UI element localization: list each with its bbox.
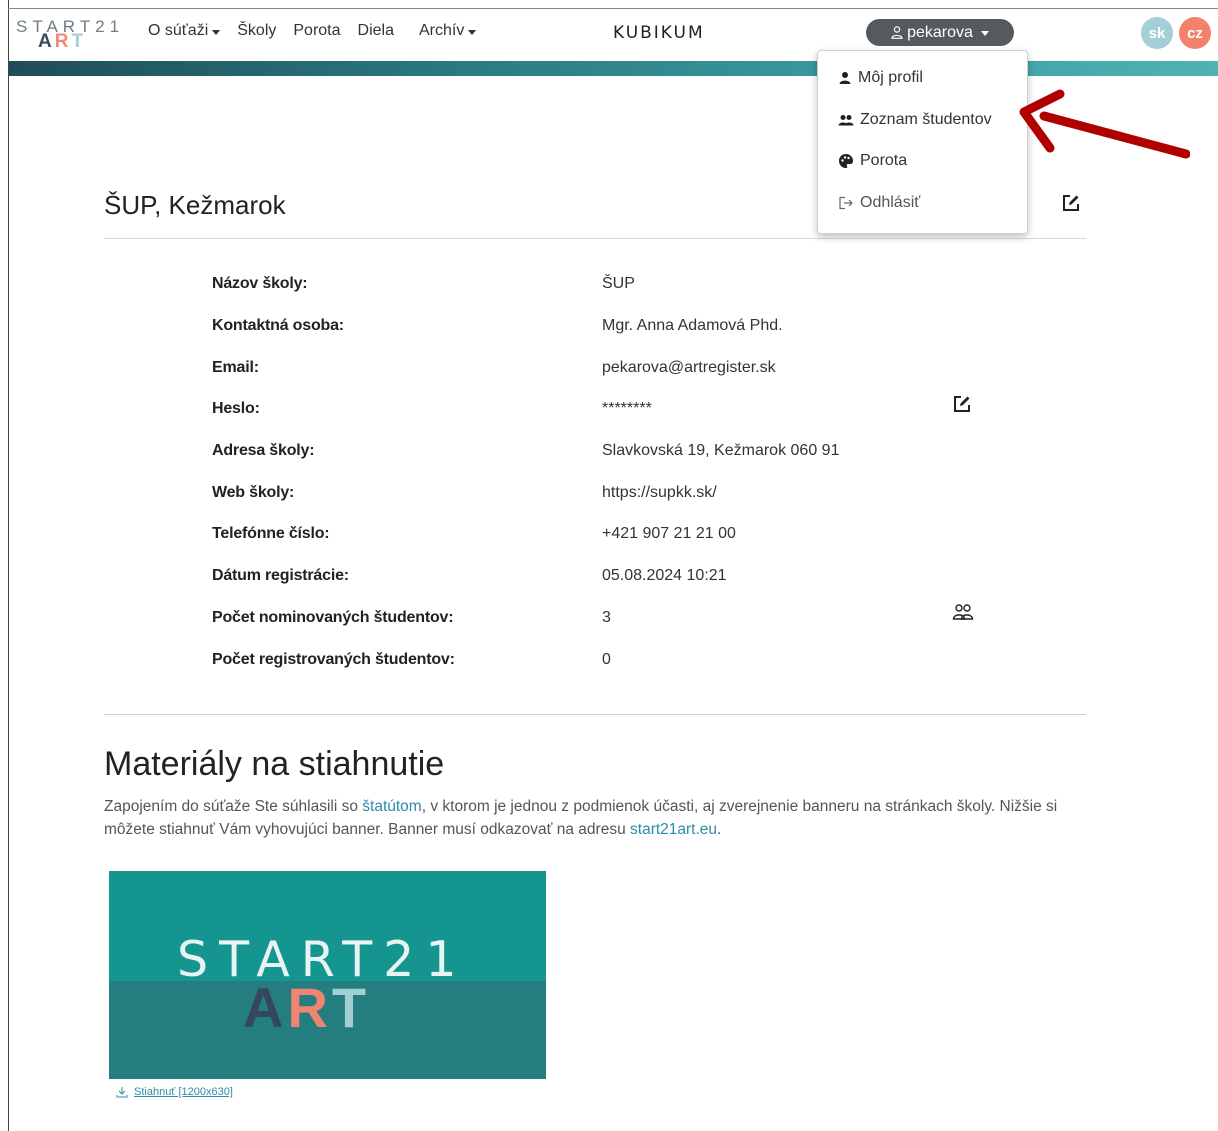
header-teal-band: [9, 61, 1218, 76]
info-row-email: Email: pekarova@artregister.sk: [212, 359, 972, 383]
info-row-phone: Telefónne číslo: +421 907 21 21 00: [212, 525, 972, 549]
nav-item-porota[interactable]: Porota: [293, 22, 340, 40]
info-value: Slavkovská 19, Kežmarok 060 91: [602, 442, 840, 459]
materials-title: Materiály na stiahnutie: [104, 745, 445, 783]
info-value: https://supkk.sk/: [602, 484, 717, 501]
nav-item-label: Školy: [237, 22, 277, 39]
nav-item-diela[interactable]: Diela: [358, 22, 394, 40]
brand-logo-art: ART: [38, 31, 87, 52]
info-label: Heslo:: [212, 400, 260, 417]
statute-link[interactable]: štatútom: [362, 798, 421, 815]
nav-item-label: Porota: [293, 22, 341, 39]
frame-border-left: [8, 0, 9, 1131]
info-row-registration-date: Dátum registrácie: 05.08.2024 10:21: [212, 567, 972, 591]
language-cz-button[interactable]: cz: [1179, 17, 1211, 49]
nav-item-archiv[interactable]: Archív: [418, 22, 477, 40]
info-row-nominated-students: Počet nominovaných študentov: 3: [212, 604, 974, 633]
banner-art-text: ART: [243, 976, 371, 1039]
menu-item-label: Odhlásiť: [860, 194, 921, 211]
logout-icon: [839, 196, 853, 210]
red-arrow-annotation: [1019, 89, 1190, 159]
info-label: Počet registrovaných študentov:: [212, 651, 455, 668]
info-value: Mgr. Anna Adamová Phd.: [602, 317, 783, 334]
info-row-website: Web školy: https://supkk.sk/: [212, 484, 972, 508]
divider: [104, 238, 1086, 239]
school-title: ŠUP, Kežmarok: [104, 190, 286, 220]
info-value: 3: [602, 609, 611, 626]
download-icon: [116, 1087, 128, 1098]
info-label: Názov školy:: [212, 275, 308, 292]
info-label: Email:: [212, 359, 259, 376]
materials-description: Zapojením do súťaže Ste súhlasili so šta…: [104, 798, 1058, 838]
users-icon: [838, 115, 854, 126]
user-dropdown-menu: Môj profil Zoznam študentov Porota Odhlá…: [817, 50, 1028, 234]
divider: [104, 714, 1086, 715]
nav-item-label: O súťaži: [148, 22, 209, 39]
menu-item-label: Môj profil: [858, 69, 923, 86]
menu-item-label: Zoznam študentov: [860, 111, 992, 128]
language-sk-button[interactable]: sk: [1141, 17, 1173, 49]
main-nav: O súťaži Školy Porota Diela Archív: [148, 22, 493, 40]
start21art-link[interactable]: start21art.eu: [630, 821, 717, 838]
nav-item-label: Archív: [418, 22, 465, 39]
menu-item-my-profile[interactable]: Môj profil: [838, 69, 923, 87]
menu-item-jury[interactable]: Porota: [838, 152, 907, 170]
info-label: Telefónne číslo:: [212, 525, 330, 542]
caret-down-icon: [212, 29, 221, 35]
info-value: ŠUP: [602, 275, 635, 292]
info-row-contact-person: Kontaktná osoba: Mgr. Anna Adamová Phd.: [212, 317, 972, 341]
nav-item-label: Diela: [357, 22, 394, 39]
user-menu-button[interactable]: pekarova: [866, 19, 1014, 46]
info-value: 05.08.2024 10:21: [602, 567, 727, 584]
info-value: ********: [602, 400, 652, 417]
palette-icon: [839, 154, 853, 168]
kubikum-logo[interactable]: KUBIKUM: [613, 23, 705, 43]
info-value: +421 907 21 21 00: [602, 525, 736, 542]
download-label: Stiahnuť [1200x630]: [134, 1086, 233, 1098]
user-name: pekarova: [907, 23, 973, 41]
menu-item-student-list[interactable]: Zoznam študentov: [838, 111, 992, 129]
top-navbar: START21 ART O súťaži Školy Porota Diela …: [9, 9, 1218, 61]
menu-item-label: Porota: [860, 152, 908, 169]
edit-school-icon[interactable]: [1061, 193, 1081, 213]
brand-logo[interactable]: START21 ART: [16, 17, 128, 61]
info-value: 0: [602, 651, 611, 668]
students-icon[interactable]: [952, 603, 974, 621]
download-banner-link[interactable]: Stiahnuť [1200x630]: [116, 1086, 233, 1098]
info-label: Adresa školy:: [212, 442, 315, 459]
info-value: pekarova@artregister.sk: [602, 359, 776, 376]
info-label: Dátum registrácie:: [212, 567, 349, 584]
info-row-address: Adresa školy: Slavkovská 19, Kežmarok 06…: [212, 442, 972, 466]
info-row-registered-students: Počet registrovaných študentov: 0: [212, 651, 972, 675]
info-row-password: Heslo: ********: [212, 396, 972, 424]
nav-item-skoly[interactable]: Školy: [237, 22, 276, 40]
caret-down-icon: [468, 29, 477, 35]
info-row-school-name: Názov školy: ŠUP: [212, 275, 972, 299]
start21-banner-image: START21 ART: [109, 871, 546, 1079]
user-outline-icon: [891, 26, 903, 39]
info-label: Kontaktná osoba:: [212, 317, 344, 334]
edit-password-icon[interactable]: [952, 394, 972, 414]
info-label: Počet nominovaných študentov:: [212, 609, 454, 626]
menu-item-logout[interactable]: Odhlásiť: [838, 194, 920, 212]
caret-down-icon: [980, 31, 989, 36]
user-icon: [839, 72, 851, 84]
info-label: Web školy:: [212, 484, 295, 501]
nav-item-o-sutazi[interactable]: O súťaži: [148, 22, 221, 40]
